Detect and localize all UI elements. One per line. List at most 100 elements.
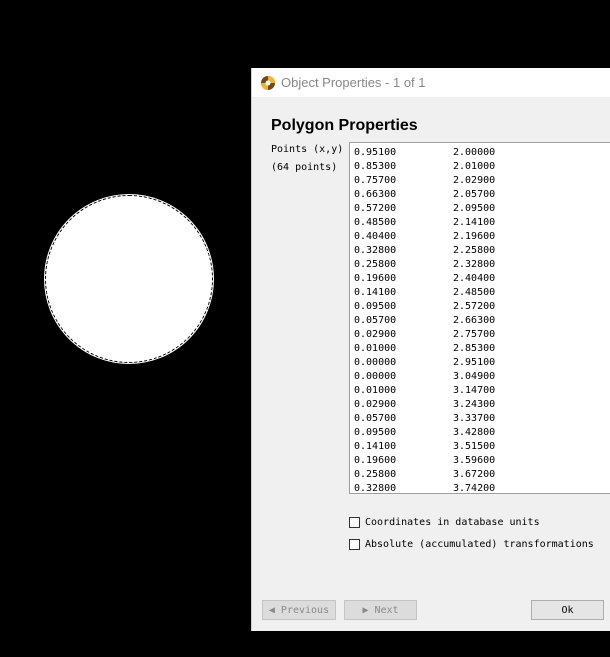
point-row[interactable]: 0.02900 2.75700 [350,328,610,342]
point-row[interactable]: 0.01000 2.85300 [350,342,610,356]
point-x: 0.09500 [354,301,397,312]
points-list[interactable]: 0.95100 2.00000 0.85300 2.01000 0.75700 2.029… [349,142,610,494]
points-label-text: Points (x,y) [271,144,344,155]
point-row[interactable]: 0.25800 3.67200 [350,468,610,482]
point-y: 2.48500 [453,287,496,298]
point-y: 2.85300 [453,343,496,354]
point-y: 2.00000 [453,147,496,158]
point-y: 2.75700 [453,329,496,340]
point-x: 0.02900 [354,399,397,410]
app-logo-icon [261,75,275,90]
point-y: 3.42800 [453,427,496,438]
point-y: 2.95100 [453,357,496,368]
point-row[interactable]: 0.00000 3.04900 [350,370,610,384]
point-y: 2.02900 [453,175,496,186]
arrow-left-icon: ◀ [268,604,275,616]
ok-button[interactable]: Ok [531,600,604,620]
point-y: 3.59600 [453,455,496,466]
point-y: 2.25800 [453,245,496,256]
point-x: 0.14100 [354,287,397,298]
point-row[interactable]: 0.19600 2.40400 [350,272,610,286]
point-x: 0.57200 [354,203,397,214]
point-x: 0.66300 [354,189,397,200]
selected-polygon-shape[interactable] [44,194,214,364]
point-x: 0.00000 [354,371,397,382]
point-x: 0.01000 [354,343,397,354]
point-y: 3.14700 [453,385,496,396]
point-y: 2.09500 [453,203,496,214]
abs-transform-option[interactable]: Absolute (accumulated) transformations [349,539,594,550]
point-y: 2.32800 [453,259,496,270]
point-x: 0.14100 [354,441,397,452]
point-y: 2.19600 [453,231,496,242]
point-x: 0.25800 [354,469,397,480]
point-x: 0.19600 [354,273,397,284]
point-y: 2.40400 [453,273,496,284]
point-row[interactable]: 0.14100 2.48500 [350,286,610,300]
point-row[interactable]: 0.85300 2.01000 [350,160,610,174]
point-row[interactable]: 0.48500 2.14100 [350,216,610,230]
point-row[interactable]: 0.09500 3.42800 [350,426,610,440]
point-x: 0.32800 [354,483,397,494]
point-row[interactable]: 0.19600 3.59600 [350,454,610,468]
db-units-checkbox[interactable] [349,517,360,528]
point-row[interactable]: 0.40400 2.19600 [350,230,610,244]
point-x: 0.25800 [354,259,397,270]
dialog-titlebar[interactable]: Object Properties - 1 of 1 [252,68,610,97]
point-x: 0.05700 [354,315,397,326]
arrow-right-icon: ▶ [362,604,369,616]
point-x: 0.75700 [354,175,397,186]
point-x: 0.40400 [354,231,397,242]
point-y: 2.66300 [453,315,496,326]
point-row[interactable]: 0.32800 3.74200 [350,482,610,494]
point-y: 3.51500 [453,441,496,452]
point-row[interactable]: 0.05700 3.33700 [350,412,610,426]
point-y: 2.05700 [453,189,496,200]
abs-transform-label: Absolute (accumulated) transformations [365,539,594,550]
point-x: 0.09500 [354,427,397,438]
point-row[interactable]: 0.75700 2.02900 [350,174,610,188]
point-x: 0.19600 [354,455,397,466]
point-y: 2.57200 [453,301,496,312]
point-row[interactable]: 0.09500 2.57200 [350,300,610,314]
dialog-title: Object Properties - 1 of 1 [281,75,426,90]
point-y: 3.04900 [453,371,496,382]
points-rows: 0.95100 2.00000 0.85300 2.01000 0.75700 2.029… [350,143,610,494]
point-y: 3.33700 [453,413,496,424]
previous-button[interactable]: ◀ Previous [262,600,336,620]
point-row[interactable]: 0.57200 2.09500 [350,202,610,216]
db-units-option[interactable]: Coordinates in database units [349,517,540,528]
point-y: 3.24300 [453,399,496,410]
points-label: Points (x,y) (64 points) [271,141,343,177]
page-title: Polygon Properties [271,117,418,134]
point-row[interactable]: 0.02900 3.24300 [350,398,610,412]
point-x: 0.95100 [354,147,397,158]
point-row[interactable]: 0.01000 3.14700 [350,384,610,398]
point-y: 3.74200 [453,483,496,494]
point-row[interactable]: 0.32800 2.25800 [350,244,610,258]
points-count: (64 points) [271,162,338,173]
point-y: 2.14100 [453,217,496,228]
point-y: 2.01000 [453,161,496,172]
ok-button-label: Ok [561,604,574,616]
point-x: 0.02900 [354,329,397,340]
next-button[interactable]: ▶ Next [344,600,417,620]
object-properties-dialog: Object Properties - 1 of 1 Polygon Prope… [251,68,610,631]
point-x: 0.32800 [354,245,397,256]
point-row[interactable]: 0.66300 2.05700 [350,188,610,202]
point-x: 0.85300 [354,161,397,172]
point-x: 0.01000 [354,385,397,396]
next-button-label: Next [374,604,399,616]
point-x: 0.00000 [354,357,397,368]
point-y: 3.67200 [453,469,496,480]
previous-button-label: Previous [280,604,330,616]
point-row[interactable]: 0.95100 2.00000 [350,146,610,160]
abs-transform-checkbox[interactable] [349,539,360,550]
point-row[interactable]: 0.14100 3.51500 [350,440,610,454]
point-row[interactable]: 0.25800 2.32800 [350,258,610,272]
point-x: 0.05700 [354,413,397,424]
point-x: 0.48500 [354,217,397,228]
point-row[interactable]: 0.00000 2.95100 [350,356,610,370]
point-row[interactable]: 0.05700 2.66300 [350,314,610,328]
db-units-label: Coordinates in database units [365,517,540,528]
